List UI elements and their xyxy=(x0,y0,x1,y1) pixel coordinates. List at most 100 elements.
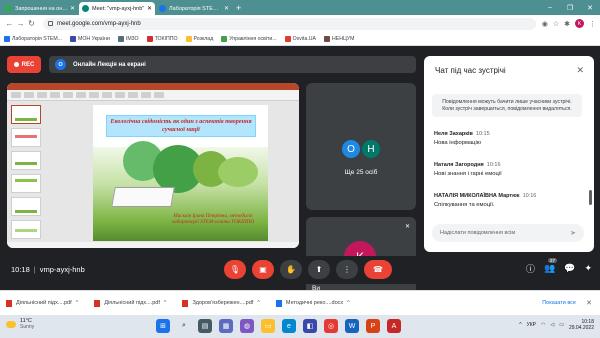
bookmark-label: Управління освіти... xyxy=(229,35,277,42)
bookmark-item[interactable]: Osvita.UA xyxy=(284,35,316,42)
download-item[interactable]: Методичні реко....docx ^ xyxy=(275,299,350,307)
bookmark-item[interactable]: Лабораторія STEM... xyxy=(4,35,62,42)
close-downloads-icon[interactable]: ✕ xyxy=(586,299,592,307)
participants-tile[interactable]: O H Ще 25 осіб xyxy=(306,83,416,210)
close-chat-icon[interactable]: ✕ xyxy=(576,65,584,76)
edge-icon[interactable]: e xyxy=(282,319,296,333)
mic-off-icon: ✕ xyxy=(404,224,410,230)
chevron-up-icon[interactable]: ^ xyxy=(164,300,167,306)
clock-date: 29.04.2022 xyxy=(568,325,594,331)
url-field[interactable]: meet.google.com/vmp-ayxj-hnb xyxy=(43,17,536,30)
more-options-button[interactable]: ⋮ xyxy=(336,260,358,279)
sun-icon xyxy=(6,320,16,328)
raise-hand-button[interactable]: ✋ xyxy=(280,260,302,279)
reload-icon[interactable]: ↻ xyxy=(26,19,37,28)
info-icon[interactable]: ⓘ xyxy=(526,262,535,275)
camera-toggle-button[interactable]: ▣ xyxy=(252,260,274,279)
present-icon: ⬆ xyxy=(315,265,323,274)
browser-tab-active[interactable]: Meet: "vmp-ayxj-hnb" ✕ xyxy=(79,2,155,15)
people-icon: 👥 xyxy=(544,263,556,273)
file-explorer-icon[interactable]: ▭ xyxy=(261,319,275,333)
download-item[interactable]: Діяльнісний підх....pdf ^ xyxy=(94,299,167,307)
downloads-bar: Діяльнісний підх....pdf ^ Діяльнісний під… xyxy=(0,290,600,315)
download-item[interactable]: Діяльнісний підх....pdf ^ xyxy=(6,299,79,307)
tab-close-icon[interactable]: ✕ xyxy=(224,5,229,12)
clock[interactable]: 10:18 29.04.2022 xyxy=(569,319,594,331)
wifi-icon[interactable]: ◠ xyxy=(541,322,545,328)
weather-widget[interactable]: 11°C Sunny xyxy=(6,318,34,330)
presenter-avatar: O xyxy=(55,59,66,70)
bookmark-item[interactable]: МОН України xyxy=(70,35,110,42)
chat-scrollbar[interactable] xyxy=(589,190,592,205)
menu-icon[interactable]: ⋮ xyxy=(589,20,596,28)
chat-app-icon[interactable]: ◍ xyxy=(240,319,254,333)
volume-icon[interactable]: ◁ xyxy=(550,322,554,328)
profile-avatar[interactable]: K xyxy=(575,19,584,28)
widgets-icon[interactable]: ▦ xyxy=(219,319,233,333)
star-icon[interactable]: ☆ xyxy=(553,20,559,28)
shared-screen-tile[interactable]: Екологічна свідомість як один з аспектів… xyxy=(7,83,299,248)
current-slide: Екологічна свідомість як один з аспектів… xyxy=(93,105,268,241)
bookmark-item[interactable]: ТОКІППО xyxy=(146,35,178,42)
window-controls: – ❐ ✕ xyxy=(540,0,600,15)
mic-toggle-button[interactable]: 🎙 xyxy=(224,260,246,279)
task-view-icon[interactable]: ▤ xyxy=(198,319,212,333)
chrome-icon[interactable]: ◎ xyxy=(324,319,338,333)
tab-close-icon[interactable]: ✕ xyxy=(70,5,75,12)
minimize-button[interactable]: – xyxy=(540,0,560,15)
bookmark-label: НЕНЦУМ xyxy=(332,35,355,42)
bookmark-item[interactable]: Розклад xyxy=(185,35,213,42)
chat-icon[interactable]: 💬 xyxy=(564,263,575,274)
battery-icon[interactable]: ▭ xyxy=(559,322,564,328)
start-icon[interactable]: ⊞ xyxy=(156,319,170,333)
chevron-up-icon[interactable]: ^ xyxy=(76,300,79,306)
message-time: 10:16 xyxy=(522,193,537,199)
word-icon[interactable]: W xyxy=(345,319,359,333)
powerpoint-status-bar xyxy=(7,242,299,248)
powerpoint-icon[interactable]: P xyxy=(366,319,380,333)
back-arrow-icon[interactable]: ← xyxy=(4,19,15,28)
bookmark-item[interactable]: IM3O xyxy=(117,35,139,42)
slide-thumbnail xyxy=(11,105,41,124)
bookmark-item[interactable]: Управління освіти... xyxy=(221,35,277,42)
browser-tab[interactable]: Лабораторія STEM-освіти ТОКІП... ✕ xyxy=(156,2,232,15)
extensions-icon[interactable]: ✱ xyxy=(564,20,570,28)
search-icon[interactable]: ⌕ xyxy=(177,319,191,333)
meeting-code: vmp-ayxj-hnb xyxy=(39,265,85,274)
chat-message-input[interactable] xyxy=(440,230,571,236)
lock-icon xyxy=(48,21,53,26)
meeting-info: 10:18 | vmp-ayxj-hnb xyxy=(11,265,85,274)
taskbar-apps: ⊞ ⌕ ▤ ▦ ◍ ▭ e ◧ ◎ W P A xyxy=(156,319,401,333)
address-bar: ← → ↻ meet.google.com/vmp-ayxj-hnb ◉ ☆ ✱… xyxy=(0,15,600,32)
download-item[interactable]: Здоров'язбережен....pdf ^ xyxy=(182,299,260,307)
browser-tab-strip: Запрошення на онлайн-трене... ✕ Meet: "v… xyxy=(0,0,600,15)
recording-indicator[interactable]: REC xyxy=(7,56,41,73)
bookmark-item[interactable]: НЕНЦУМ xyxy=(324,35,355,42)
camera-icon[interactable]: ◉ xyxy=(542,20,548,28)
slide-thumbnail xyxy=(11,174,41,193)
show-all-downloads-link[interactable]: Показати все xyxy=(542,300,576,306)
message-text: Спілкування та емоції. xyxy=(434,202,495,208)
call-controls: 🎙 ▣ ✋ ⬆ ⋮ ☎ xyxy=(224,260,392,279)
people-button[interactable]: 👥 27 xyxy=(544,258,558,274)
meet-control-bar: 10:18 | vmp-ayxj-hnb 🎙 ▣ ✋ ⬆ ⋮ ☎ ⓘ 👥 27 💬 ✦ xyxy=(0,256,600,284)
chevron-up-icon[interactable]: ^ xyxy=(347,300,350,306)
slide-author: Миськів Ірина Петрівна, методист лаборат… xyxy=(171,213,255,225)
language-indicator[interactable]: УКР xyxy=(527,322,536,328)
activities-icon[interactable]: ✦ xyxy=(584,263,592,274)
leave-call-button[interactable]: ☎ xyxy=(364,260,392,279)
browser-tab[interactable]: Запрошення на онлайн-трене... ✕ xyxy=(2,2,78,15)
chevron-up-icon[interactable]: ^ xyxy=(257,300,260,306)
chevron-up-icon[interactable]: ^ xyxy=(519,322,521,328)
send-icon[interactable]: ➤ xyxy=(570,229,576,237)
chat-message: НАТАЛІЯ МИКОЛАЇВНА Мартюк 10:16 Спілкуван… xyxy=(434,193,584,208)
store-icon[interactable]: ◧ xyxy=(303,319,317,333)
tab-close-icon[interactable]: ✕ xyxy=(147,5,152,12)
chat-message: Наталя Загородня 10:16 Нові знання і гарн… xyxy=(434,162,584,177)
present-button[interactable]: ⬆ xyxy=(308,260,330,279)
maximize-button[interactable]: ❐ xyxy=(560,0,580,15)
new-tab-button[interactable]: + xyxy=(236,2,241,15)
acrobat-icon[interactable]: A xyxy=(387,319,401,333)
close-window-button[interactable]: ✕ xyxy=(580,0,600,15)
forward-arrow-icon[interactable]: → xyxy=(15,19,26,28)
